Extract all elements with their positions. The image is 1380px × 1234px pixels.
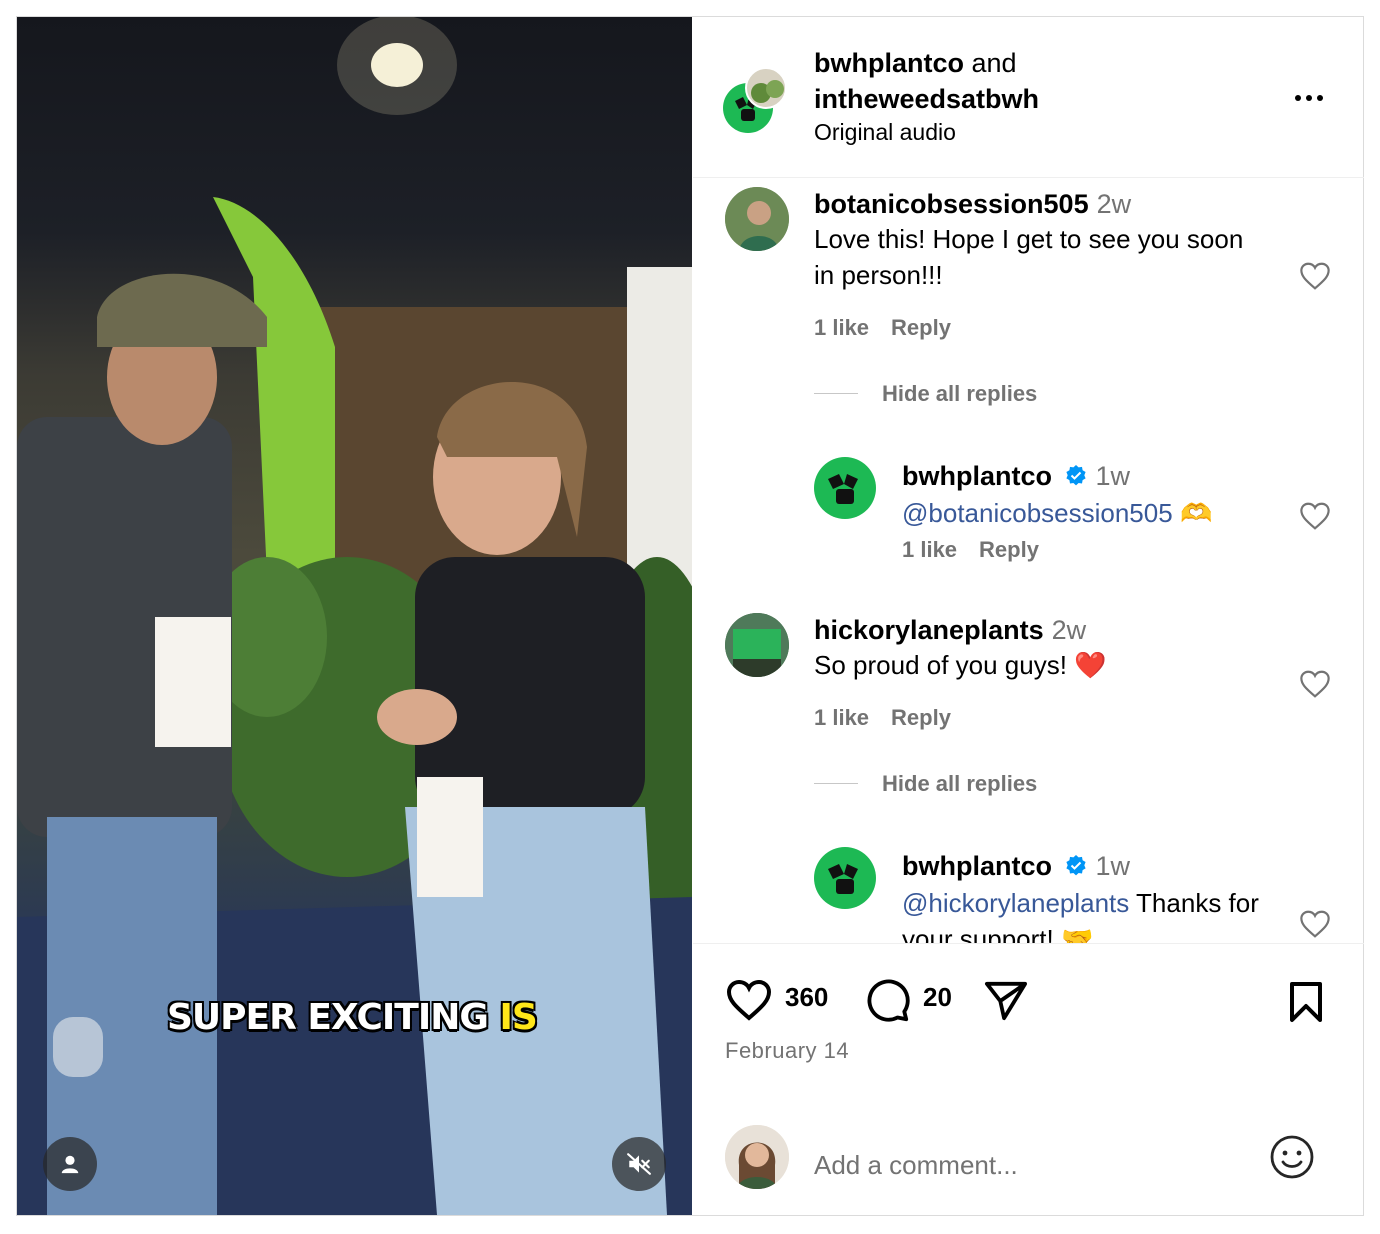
- comment-time[interactable]: 2w: [1052, 615, 1087, 645]
- comment-bubble-icon[interactable]: [865, 978, 911, 1024]
- comment-likes[interactable]: 1 like: [814, 315, 869, 340]
- emoji-picker-icon[interactable]: [1268, 1133, 1316, 1181]
- reply-username[interactable]: bwhplantco: [902, 461, 1052, 491]
- reply-avatar[interactable]: [814, 457, 876, 519]
- video-caption: SUPER EXCITING IS: [167, 997, 538, 1038]
- reply-button[interactable]: Reply: [979, 537, 1039, 562]
- hide-replies-button[interactable]: Hide all replies: [814, 381, 1037, 407]
- like-heart-icon[interactable]: [725, 978, 773, 1022]
- reply-button[interactable]: Reply: [891, 705, 951, 730]
- caption-highlight: IS: [499, 997, 537, 1038]
- hide-replies-label: Hide all replies: [882, 771, 1038, 796]
- more-dot: [1317, 95, 1323, 101]
- comment-time[interactable]: 2w: [1097, 189, 1132, 219]
- post-sidebar: bwhplantco and intheweedsatbwh Original …: [693, 17, 1364, 1215]
- comments-list[interactable]: botanicobsession505 2w Love this! Hope I …: [693, 179, 1364, 943]
- coauthor-avatar[interactable]: [745, 67, 787, 109]
- comment-likes[interactable]: 1 like: [814, 705, 869, 730]
- comment-text: So proud of you guys! ❤️: [814, 650, 1107, 680]
- like-comment-heart-icon[interactable]: [1298, 669, 1332, 699]
- like-reply-heart-icon[interactable]: [1298, 501, 1332, 531]
- brand-logo-icon: [828, 474, 858, 504]
- more-dot: [1306, 95, 1312, 101]
- author-username[interactable]: bwhplantco: [814, 48, 964, 78]
- post-date[interactable]: February 14: [725, 1038, 849, 1064]
- like-reply-heart-icon[interactable]: [1298, 909, 1332, 939]
- verified-badge-icon: [1065, 854, 1086, 876]
- comment-text: Love this! Hope I get to see you soon in…: [814, 224, 1244, 290]
- reply-header: bwhplantco 1w: [902, 461, 1130, 492]
- video-player[interactable]: SUPER EXCITING IS: [17, 17, 692, 1215]
- comment-header: hickorylaneplants 2w: [814, 615, 1086, 646]
- profile-photo-icon: [725, 187, 789, 251]
- profile-photo-icon: [725, 1125, 789, 1189]
- audio-label[interactable]: Original audio: [814, 119, 956, 146]
- comment-meta: 1 like Reply: [814, 705, 973, 731]
- comment-composer: [693, 1119, 1364, 1215]
- reply-time[interactable]: 1w: [1096, 461, 1131, 491]
- reply-button[interactable]: Reply: [891, 315, 951, 340]
- reply-header: bwhplantco 1w: [902, 851, 1130, 882]
- reply-time[interactable]: 1w: [1096, 851, 1131, 881]
- reply-username[interactable]: bwhplantco: [902, 851, 1052, 881]
- comment-input[interactable]: [814, 1145, 1234, 1185]
- plant-shop-photo-icon: [725, 613, 789, 677]
- more-dot: [1295, 95, 1301, 101]
- plants-photo-icon: [751, 80, 784, 103]
- comment-header: botanicobsession505 2w: [814, 189, 1131, 220]
- current-user-avatar: [725, 1125, 789, 1189]
- share-paper-plane-icon[interactable]: [983, 980, 1029, 1022]
- commenter-avatar[interactable]: [725, 187, 789, 251]
- comment-username[interactable]: hickorylaneplants: [814, 615, 1044, 645]
- mention-link[interactable]: @botanicobsession505: [902, 498, 1173, 528]
- mute-toggle-button[interactable]: [612, 1137, 666, 1191]
- reply-avatar[interactable]: [814, 847, 876, 909]
- comment-meta: 1 like Reply: [814, 315, 973, 341]
- reply-meta: 1 like Reply: [902, 537, 1061, 563]
- like-comment-heart-icon[interactable]: [1298, 261, 1332, 291]
- save-bookmark-icon[interactable]: [1287, 980, 1325, 1024]
- reply-body: 🫶: [1179, 498, 1213, 528]
- hide-replies-button[interactable]: Hide all replies: [814, 771, 1037, 797]
- muted-speaker-icon: [627, 1153, 651, 1175]
- tagged-users-button[interactable]: [43, 1137, 97, 1191]
- comment-count[interactable]: 20: [923, 982, 952, 1013]
- post-modal: SUPER EXCITING IS bwhplantco and inthewe…: [16, 16, 1364, 1216]
- comment-username[interactable]: botanicobsession505: [814, 189, 1089, 219]
- mention-link[interactable]: @hickorylaneplants: [902, 888, 1129, 918]
- commenter-avatar[interactable]: [725, 613, 789, 677]
- post-authors: bwhplantco and intheweedsatbwh: [814, 45, 1114, 117]
- replies-divider: [814, 392, 858, 394]
- post-actions: 360 20 February 14: [693, 943, 1364, 1119]
- authors-joiner: and: [971, 48, 1017, 78]
- caption-text: SUPER EXCITING: [167, 997, 489, 1038]
- user-icon: [61, 1155, 79, 1174]
- hide-replies-label: Hide all replies: [882, 381, 1038, 406]
- reply-text: @hickorylaneplants Thanks for your suppo…: [902, 885, 1272, 943]
- replies-divider: [814, 782, 858, 784]
- reply-text: @botanicobsession505 🫶: [902, 495, 1272, 531]
- post-header: bwhplantco and intheweedsatbwh Original …: [693, 17, 1364, 178]
- reply-likes[interactable]: 1 like: [902, 537, 957, 562]
- more-options-button[interactable]: [1289, 83, 1329, 113]
- verified-badge-icon: [1065, 464, 1086, 486]
- brand-logo-icon: [828, 864, 858, 894]
- like-count[interactable]: 360: [785, 982, 828, 1013]
- coauthor-username[interactable]: intheweedsatbwh: [814, 84, 1039, 114]
